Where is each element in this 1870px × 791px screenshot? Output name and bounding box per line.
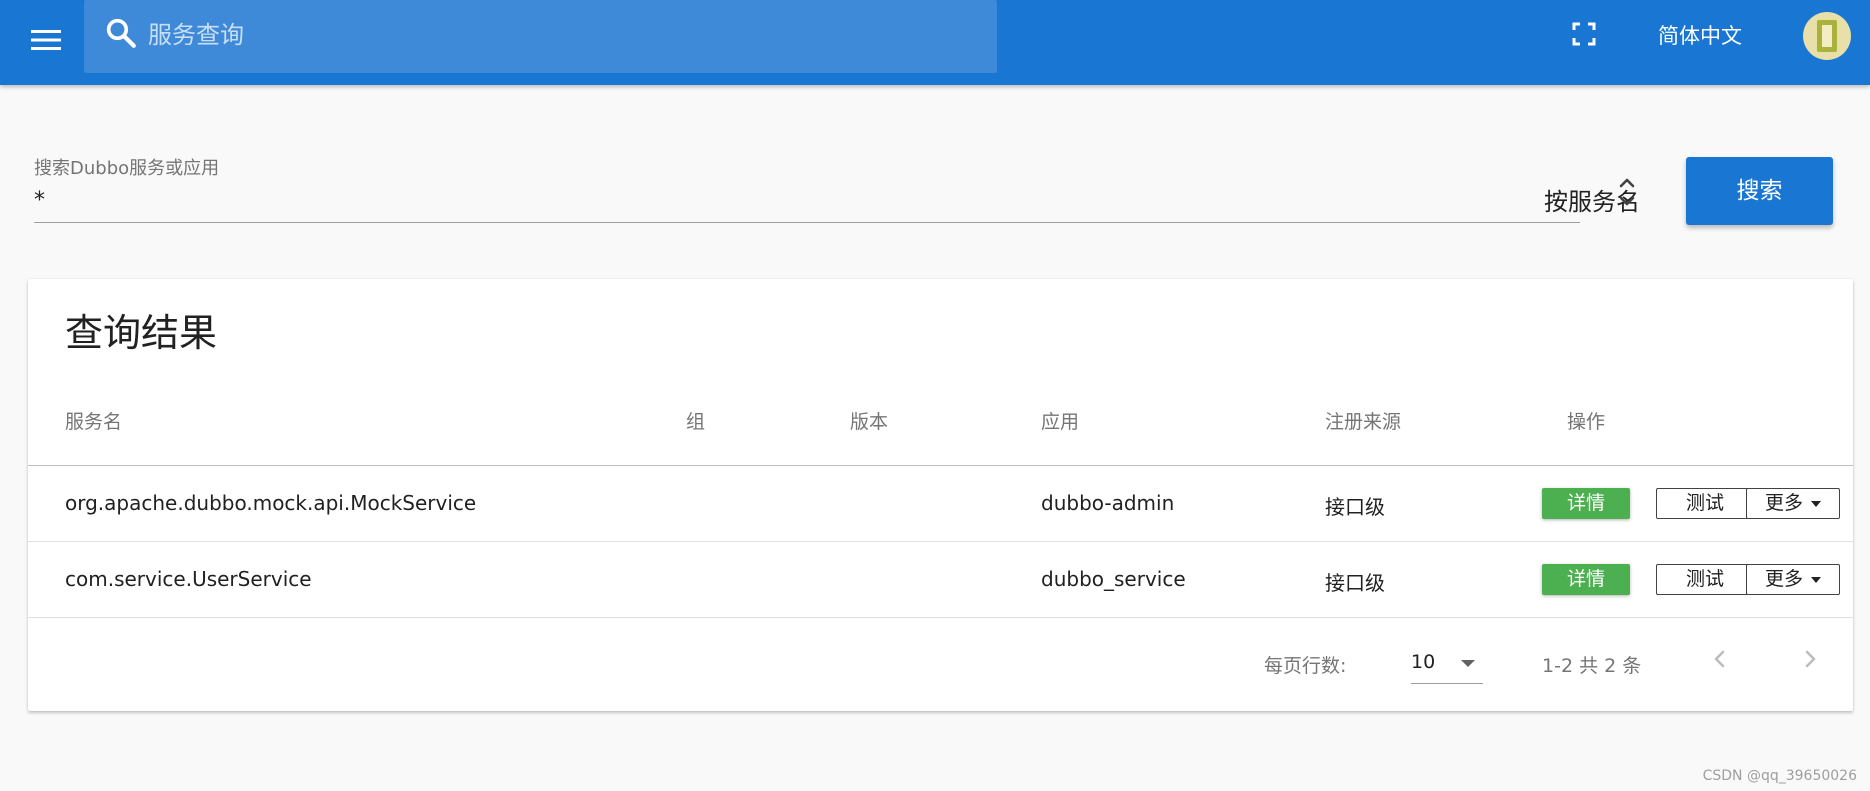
previous-page-button[interactable] (1702, 641, 1738, 677)
more-button[interactable]: 更多 (1746, 564, 1840, 595)
column-header-service[interactable]: 服务名 (65, 407, 122, 434)
fullscreen-button[interactable] (1568, 18, 1600, 50)
more-button-label: 更多 (1764, 492, 1803, 514)
app-bar: 简体中文 (0, 0, 1870, 85)
fullscreen-icon (1572, 22, 1596, 46)
application-cell: dubbo-admin (1041, 491, 1175, 515)
test-button[interactable]: 测试 (1656, 488, 1754, 519)
search-button[interactable]: 搜索 (1686, 157, 1833, 225)
column-header-registry-source[interactable]: 注册来源 (1325, 407, 1401, 434)
application-cell: dubbo_service (1041, 567, 1186, 591)
watermark: CSDN @qq_39650026 (1702, 768, 1857, 784)
test-button[interactable]: 测试 (1656, 564, 1754, 595)
global-search-input[interactable] (146, 12, 970, 58)
menu-button[interactable] (26, 20, 66, 60)
column-header-application[interactable]: 应用 (1041, 407, 1079, 434)
search-type-select[interactable]: 按服务名 (1460, 176, 1640, 220)
language-selector[interactable]: 简体中文 (1640, 16, 1760, 56)
rows-per-page-value: 10 (1411, 651, 1436, 673)
table-row: org.apache.dubbo.mock.api.MockService du… (28, 466, 1853, 541)
results-card: 查询结果 服务名 组 版本 应用 注册来源 操作 org.apache.dubb… (28, 279, 1853, 711)
detail-button[interactable]: 详情 (1542, 488, 1630, 519)
rows-per-page-select[interactable]: 10 (1411, 643, 1483, 684)
chevron-right-icon (1805, 650, 1816, 668)
arrow-drop-down-icon (1811, 576, 1821, 583)
search-field-input[interactable] (34, 182, 1574, 218)
next-page-button[interactable] (1792, 641, 1828, 677)
service-name-cell: com.service.UserService (65, 567, 312, 591)
search-field-underline (34, 222, 1580, 223)
row-divider (28, 617, 1853, 618)
avatar-image (1817, 20, 1837, 52)
table-row: com.service.UserService dubbo_service 接口… (28, 542, 1853, 617)
service-name-cell: org.apache.dubbo.mock.api.MockService (65, 491, 477, 515)
search-field-label: 搜索Dubbo服务或应用 (34, 158, 220, 179)
rows-per-page-label: 每页行数: (1264, 655, 1347, 677)
more-button[interactable]: 更多 (1746, 488, 1840, 519)
more-button-label: 更多 (1764, 568, 1803, 590)
avatar[interactable] (1803, 12, 1851, 60)
detail-button[interactable]: 详情 (1542, 564, 1630, 595)
arrow-drop-down-icon (1811, 500, 1821, 507)
global-search-bar[interactable] (84, 0, 997, 73)
registry-source-cell: 接口级 (1325, 571, 1385, 595)
search-icon (106, 18, 136, 48)
chevron-left-icon (1714, 650, 1725, 668)
results-title: 查询结果 (65, 311, 218, 355)
column-header-group[interactable]: 组 (686, 407, 705, 434)
page-info: 1-2 共 2 条 (1542, 655, 1642, 677)
column-header-actions: 操作 (1567, 411, 1606, 433)
arrow-drop-down-icon (1461, 660, 1475, 667)
unfold-more-icon[interactable] (1614, 170, 1640, 216)
registry-source-cell: 接口级 (1325, 495, 1385, 519)
menu-icon (31, 30, 61, 50)
column-header-version[interactable]: 版本 (850, 407, 888, 434)
